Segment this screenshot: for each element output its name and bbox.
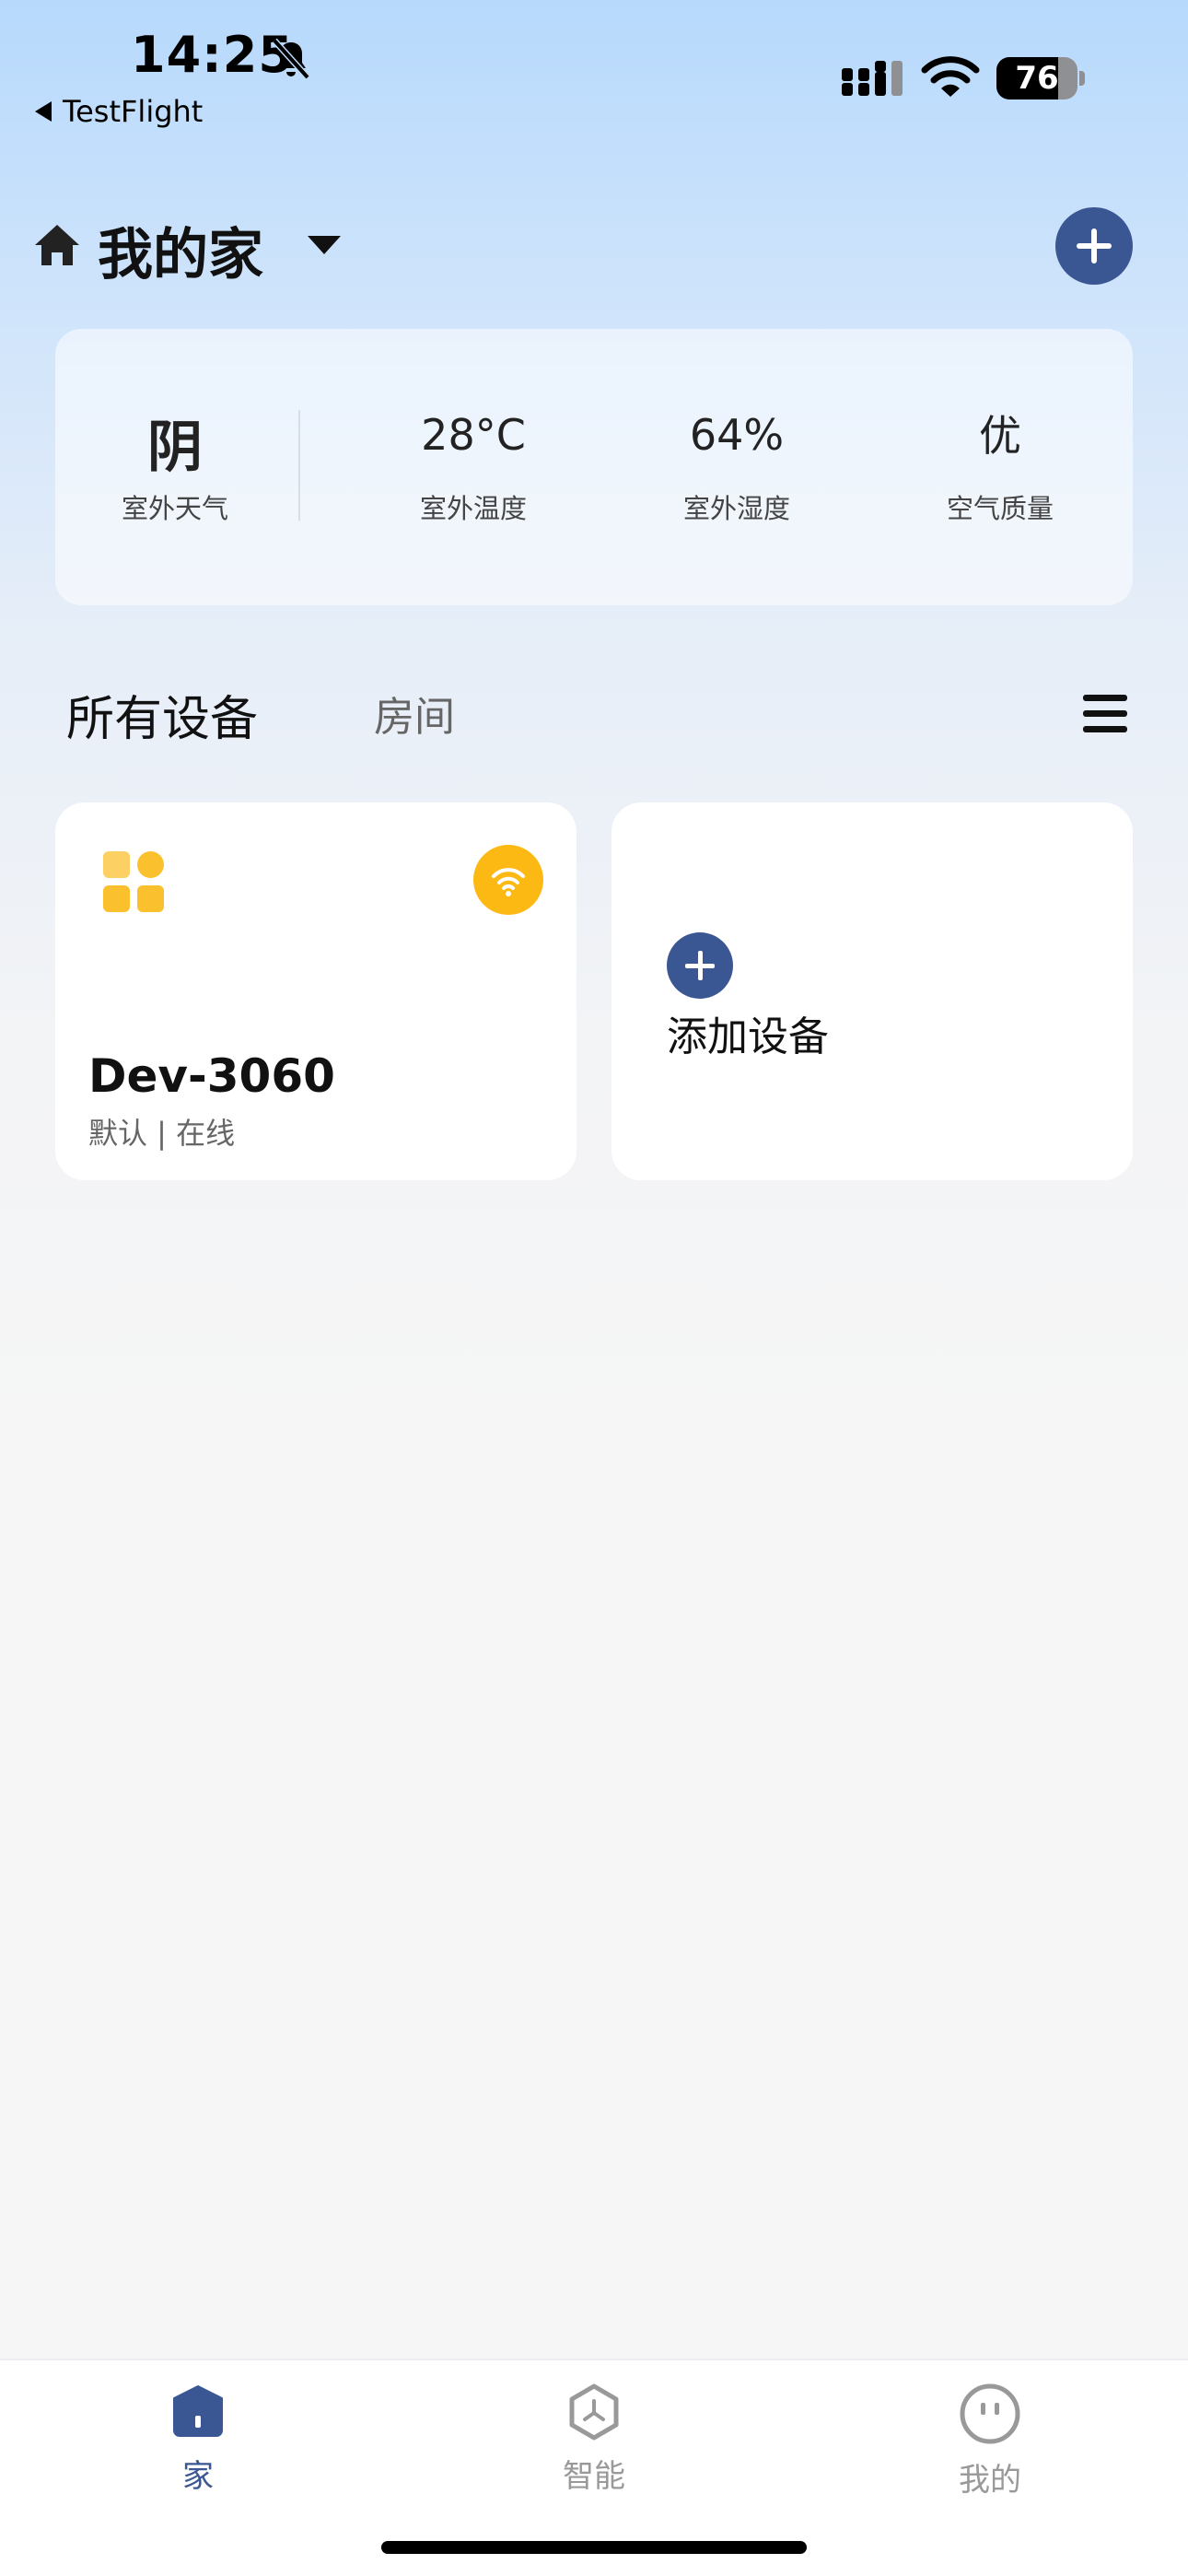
weather-condition: 阴 室外天气 xyxy=(92,329,258,526)
add-device-card[interactable]: 添加设备 xyxy=(611,802,1133,1180)
weather-divider xyxy=(298,410,300,521)
device-wifi-status-icon xyxy=(473,845,543,915)
house-icon xyxy=(35,225,79,265)
nav-label: 我的 xyxy=(959,2462,1021,2499)
nav-item-smart[interactable]: 智能 xyxy=(502,2383,686,2496)
tab-all-devices[interactable]: 所有设备 xyxy=(66,680,258,749)
chevron-down-icon[interactable] xyxy=(308,236,341,254)
cellular-signal-icon xyxy=(842,61,903,96)
back-arrow-icon xyxy=(35,101,52,122)
tab-rooms[interactable]: 房间 xyxy=(374,684,455,743)
device-name: Dev-3060 xyxy=(88,1049,335,1103)
back-to-testflight[interactable]: TestFlight xyxy=(35,94,203,129)
battery-nub xyxy=(1079,71,1085,86)
wifi-icon xyxy=(921,56,980,97)
device-grid-icon xyxy=(103,851,164,912)
weather-air-quality: 优 空气质量 xyxy=(917,329,1083,526)
nav-label: 智能 xyxy=(563,2458,625,2495)
nav-item-mine[interactable]: 我的 xyxy=(898,2383,1082,2500)
weather-summary-card: 阴 室外天气 28°C 室外温度 64% 室外湿度 优 空气质量 xyxy=(55,329,1133,605)
smart-hexagon-icon xyxy=(569,2383,619,2441)
add-button[interactable] xyxy=(1055,207,1133,285)
back-label: TestFlight xyxy=(63,94,204,129)
weather-label: 空气质量 xyxy=(946,493,1054,524)
weather-temperature: 28°C 室外温度 xyxy=(390,329,556,526)
device-card[interactable]: Dev-3060 默认 | 在线 xyxy=(55,802,577,1180)
weather-value: 28°C xyxy=(421,410,526,460)
add-device-label: 添加设备 xyxy=(667,1013,829,1060)
battery-indicator: 76 xyxy=(996,57,1085,100)
device-status: 默认 | 在线 xyxy=(88,1116,236,1151)
profile-face-icon xyxy=(960,2383,1020,2444)
weather-label: 室外温度 xyxy=(419,493,527,524)
menu-icon[interactable] xyxy=(1083,693,1127,733)
weather-value: 阴 xyxy=(147,416,203,480)
weather-label: 室外湿度 xyxy=(682,493,790,524)
bell-muted-icon xyxy=(272,38,310,80)
home-indicator[interactable] xyxy=(381,2541,807,2554)
weather-value: 64% xyxy=(689,410,785,460)
nav-item-home[interactable]: 家 xyxy=(106,2383,290,2496)
weather-value: 优 xyxy=(979,411,1021,461)
home-tab-icon xyxy=(173,2385,223,2437)
plus-icon xyxy=(667,932,733,999)
weather-humidity: 64% 室外湿度 xyxy=(654,329,820,526)
weather-label: 室外天气 xyxy=(121,493,228,524)
home-selector-title[interactable]: 我的家 xyxy=(98,210,263,290)
nav-label: 家 xyxy=(182,2458,214,2495)
battery-percentage: 76 xyxy=(1015,60,1059,97)
